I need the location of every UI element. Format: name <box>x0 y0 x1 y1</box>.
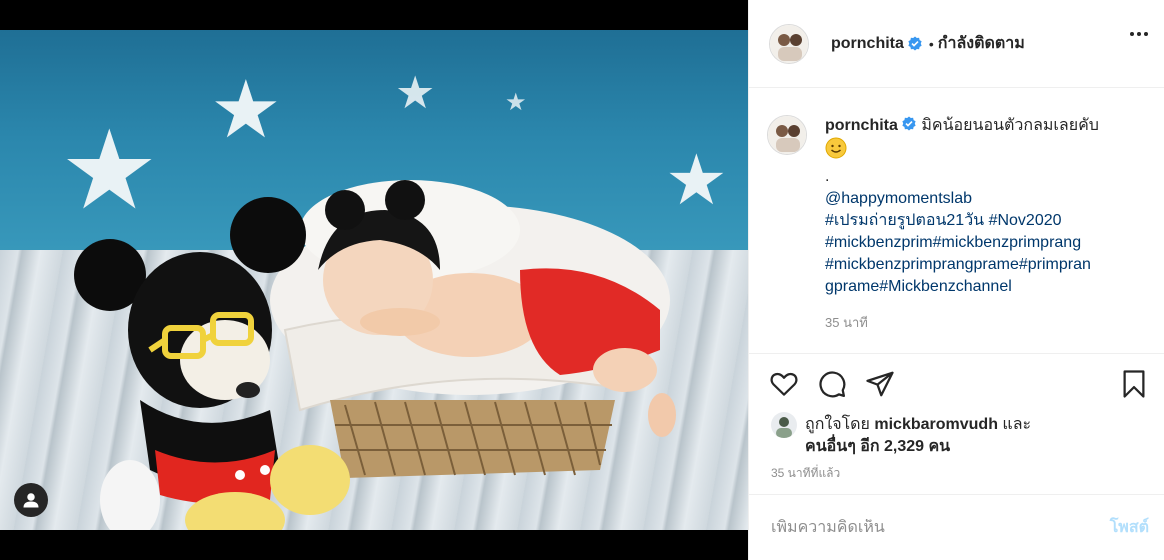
follow-status-button[interactable]: กำลังติดตาม <box>938 31 1025 56</box>
caption-time[interactable]: 35 นาที <box>825 312 1135 334</box>
user-tag-icon[interactable] <box>14 483 48 517</box>
more-options-icon[interactable] <box>1130 32 1148 36</box>
share-icon[interactable] <box>865 369 895 399</box>
caption-avatar[interactable] <box>767 115 807 155</box>
verified-badge-icon <box>901 116 917 132</box>
caption-dot-line: . <box>825 168 830 185</box>
hashtag-link[interactable]: #เปรมถ่ายรูปตอน21วัน #Nov2020 <box>825 212 1062 229</box>
likes-prefix: ถูกใจโดย <box>805 416 870 433</box>
caption-message: มิคน้อยนอนตัวกลมเลยคับ <box>921 117 1099 134</box>
comments-section: pornchita มิคน้อยนอนตัวกลมเลยคับ . @happ… <box>749 89 1164 353</box>
hashtag-link[interactable]: #mickbenzprimprangprame#primpran <box>825 256 1091 273</box>
likes-and: และ <box>1002 416 1032 433</box>
mention-link[interactable]: @happymomentslab <box>825 190 972 207</box>
post-timestamp[interactable]: 35 นาทีที่แล้ว <box>749 458 1164 483</box>
post-header: pornchita • กำลังติดตาม <box>749 0 1164 88</box>
post-side-panel: pornchita • กำลังติดตาม pornchita มิคน้อ… <box>748 0 1164 560</box>
comment-icon[interactable] <box>817 369 847 399</box>
hashtag-link[interactable]: gprame#Mickbenzchannel <box>825 278 1012 295</box>
post-media[interactable]: ★ ★ ★ ★ ★ <box>0 0 748 560</box>
caption-emoji <box>825 137 1135 166</box>
likes-others-link[interactable]: คนอื่นๆ อีก 2,329 คน <box>805 438 950 455</box>
likes-summary: ถูกใจโดย mickbaromvudh และ คนอื่นๆ อีก 2… <box>749 400 1164 458</box>
liker-username[interactable]: mickbaromvudh <box>874 416 998 433</box>
post-photo[interactable]: ★ ★ ★ ★ ★ <box>0 30 748 530</box>
bookmark-icon[interactable] <box>1119 369 1149 399</box>
caption-text: pornchita มิคน้อยนอนตัวกลมเลยคับ . @happ… <box>825 115 1135 334</box>
heart-icon[interactable] <box>769 369 799 399</box>
comment-input[interactable] <box>771 518 1110 537</box>
add-comment-bar: โพสต์ <box>749 494 1164 560</box>
author-username[interactable]: pornchita <box>831 35 904 53</box>
caption-username[interactable]: pornchita <box>825 117 898 134</box>
photo-subject <box>74 180 676 530</box>
caption-comment: pornchita มิคน้อยนอนตัวกลมเลยคับ . @happ… <box>767 115 1149 334</box>
post-actions: ถูกใจโดย mickbaromvudh และ คนอื่นๆ อีก 2… <box>749 353 1164 560</box>
post-comment-button[interactable]: โพสต์ <box>1110 515 1149 540</box>
hashtag-link[interactable]: #mickbenzprim#mickbenzprimprang <box>825 234 1081 251</box>
avatar[interactable] <box>769 23 809 64</box>
verified-badge-icon <box>907 36 923 52</box>
separator-dot: • <box>928 35 934 52</box>
liker-avatar[interactable] <box>771 412 797 438</box>
